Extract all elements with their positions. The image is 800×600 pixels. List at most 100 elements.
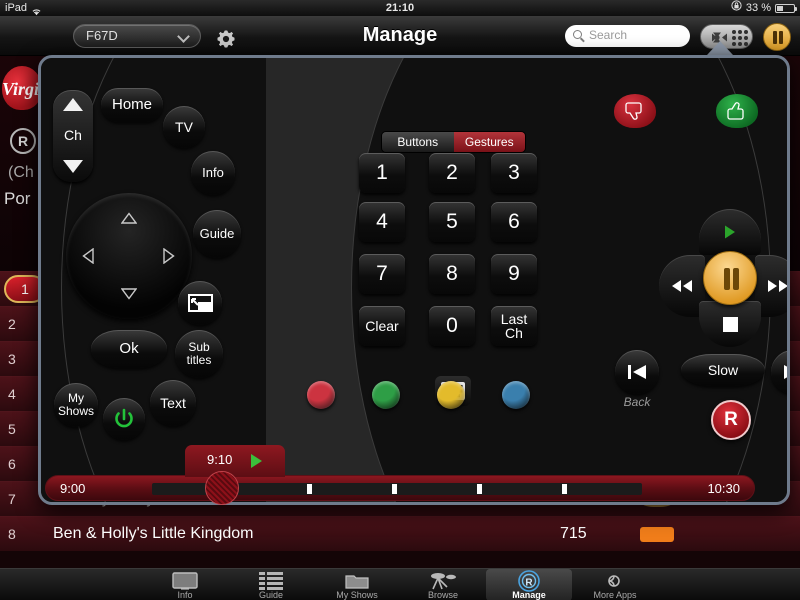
tab-label: Guide (258, 590, 284, 600)
timeline-end-time: 10:30 (707, 481, 740, 496)
subtitles-button[interactable]: Sub titles (175, 330, 223, 378)
back-button[interactable] (615, 350, 659, 394)
header-line-1: (Ch (8, 164, 34, 181)
tv-button[interactable]: TV (163, 106, 205, 148)
text-button[interactable]: Text (150, 380, 196, 426)
popover-arrow (707, 41, 733, 55)
record-button[interactable]: R (711, 400, 751, 440)
remote-left-panel: Ch Home TV Info Guide Ok Sub titles My S… (41, 58, 481, 502)
timeline-current-time: 9:10 (207, 452, 233, 467)
arrow-down-icon[interactable] (120, 287, 138, 305)
channel-rocker-label: Ch (64, 127, 82, 143)
rotation-lock-icon (731, 0, 742, 16)
arrow-left-icon[interactable] (82, 247, 94, 269)
last-ch-line-1: Last (500, 310, 528, 327)
battery-icon (775, 3, 797, 13)
channel-row-title: Ben & Holly's Little Kingdom (53, 525, 254, 542)
arrow-right-icon[interactable] (163, 247, 175, 269)
tab-info[interactable]: Info (142, 569, 228, 600)
channel-row-number: 2 (8, 316, 16, 332)
slow-button[interactable]: Slow (681, 354, 765, 386)
timeline-tooltip: 9:10 (185, 445, 285, 477)
channel-row-number: 6 (8, 456, 16, 472)
keypad-key-8[interactable]: 8 (429, 254, 475, 294)
subtitles-line-2: titles (186, 353, 212, 367)
keypad-key-4[interactable]: 4 (359, 202, 405, 242)
clear-button[interactable]: Clear (359, 306, 405, 346)
ios-status-bar: iPad 21:10 33 % (0, 0, 800, 16)
transport-controls (655, 203, 787, 353)
channel-rocker[interactable]: Ch (53, 90, 93, 182)
search-placeholder: Search (589, 28, 628, 42)
stop-button[interactable] (699, 301, 761, 347)
ok-button[interactable]: Ok (91, 330, 167, 368)
keypad-key-9[interactable]: 9 (491, 254, 537, 294)
back-label: Back (623, 395, 651, 409)
keypad-key-5[interactable]: 5 (429, 202, 475, 242)
tivo-r-icon: R (10, 128, 36, 154)
timeline-tick (392, 484, 397, 494)
tab-browse[interactable]: Browse (400, 569, 486, 600)
last-ch-line-2: Ch (505, 325, 523, 341)
mode-segmented-control[interactable]: Buttons Gestures (381, 131, 526, 153)
virgin-logo: Virgin (2, 66, 42, 110)
timeline-bar[interactable]: 9:00 10:30 (45, 475, 755, 501)
play-icon (251, 454, 262, 468)
tab-label: My Shows (336, 590, 378, 600)
triangle-down-icon[interactable] (63, 160, 83, 173)
arrow-up-icon[interactable] (120, 211, 138, 229)
play-pause-button[interactable] (703, 251, 757, 305)
timeline-start-time: 9:00 (60, 481, 86, 496)
battery-percent: 33 % (745, 2, 771, 14)
timeline-tick (307, 484, 312, 494)
tab-buttons[interactable]: Buttons (382, 132, 454, 152)
yellow-button[interactable] (437, 381, 465, 409)
tab-gestures[interactable]: Gestures (453, 132, 525, 152)
pause-icon[interactable] (763, 23, 791, 51)
blue-button[interactable] (502, 381, 530, 409)
green-button[interactable] (372, 381, 400, 409)
info-button[interactable]: Info (191, 151, 235, 195)
last-channel-button[interactable]: Last Ch (491, 306, 537, 346)
channel-row-number: 3 (8, 351, 16, 367)
timeline-scrubber[interactable] (205, 471, 239, 505)
tivo-r-icon: R (486, 569, 572, 592)
channel-row-number: 5 (8, 421, 16, 437)
power-icon[interactable] (103, 398, 145, 440)
channel-row-number-value: 715 (560, 525, 587, 542)
home-button[interactable]: Home (101, 88, 163, 122)
guide-button[interactable]: Guide (193, 210, 241, 258)
tab-manage[interactable]: R Manage (486, 569, 572, 600)
channel-logo (640, 527, 674, 542)
triangle-up-icon[interactable] (63, 98, 83, 111)
directional-pad[interactable] (66, 193, 192, 319)
thumbs-up-icon[interactable] (716, 94, 758, 128)
red-button[interactable] (307, 381, 335, 409)
keypad-key-1[interactable]: 1 (359, 153, 405, 193)
play-button[interactable] (699, 209, 761, 255)
keypad-key-2[interactable]: 2 (429, 153, 475, 193)
folder-icon (314, 571, 400, 590)
grid-list-icon (228, 571, 314, 590)
tab-label: More Apps (593, 590, 637, 600)
status-right: 33 % (731, 0, 797, 16)
my-shows-line-2: Shows (57, 404, 95, 418)
thumbs-down-icon[interactable] (614, 94, 656, 128)
channel-row[interactable]: 8 Ben & Holly's Little Kingdom 715 (0, 516, 800, 551)
tab-my-shows[interactable]: My Shows (314, 569, 400, 600)
satellite-icon (400, 571, 486, 590)
header-line-2: Por (4, 189, 31, 208)
search-icon (573, 30, 582, 39)
tab-guide[interactable]: Guide (228, 569, 314, 600)
tab-more-apps[interactable]: More Apps (572, 569, 658, 600)
keypad-key-6[interactable]: 6 (491, 202, 537, 242)
status-time: 21:10 (385, 2, 415, 14)
aspect-ratio-icon[interactable] (178, 281, 222, 325)
zero-key[interactable]: 0 (429, 306, 475, 346)
search-input[interactable]: Search (565, 25, 690, 47)
keypad-key-7[interactable]: 7 (359, 254, 405, 294)
bottom-tab-bar: Info Guide My Shows Browse R Manage More Apps (0, 568, 800, 600)
playback-timeline[interactable]: 9:00 10:30 9:10 (45, 445, 755, 505)
keypad-key-3[interactable]: 3 (491, 153, 537, 193)
my-shows-button[interactable]: My Shows (54, 383, 98, 427)
